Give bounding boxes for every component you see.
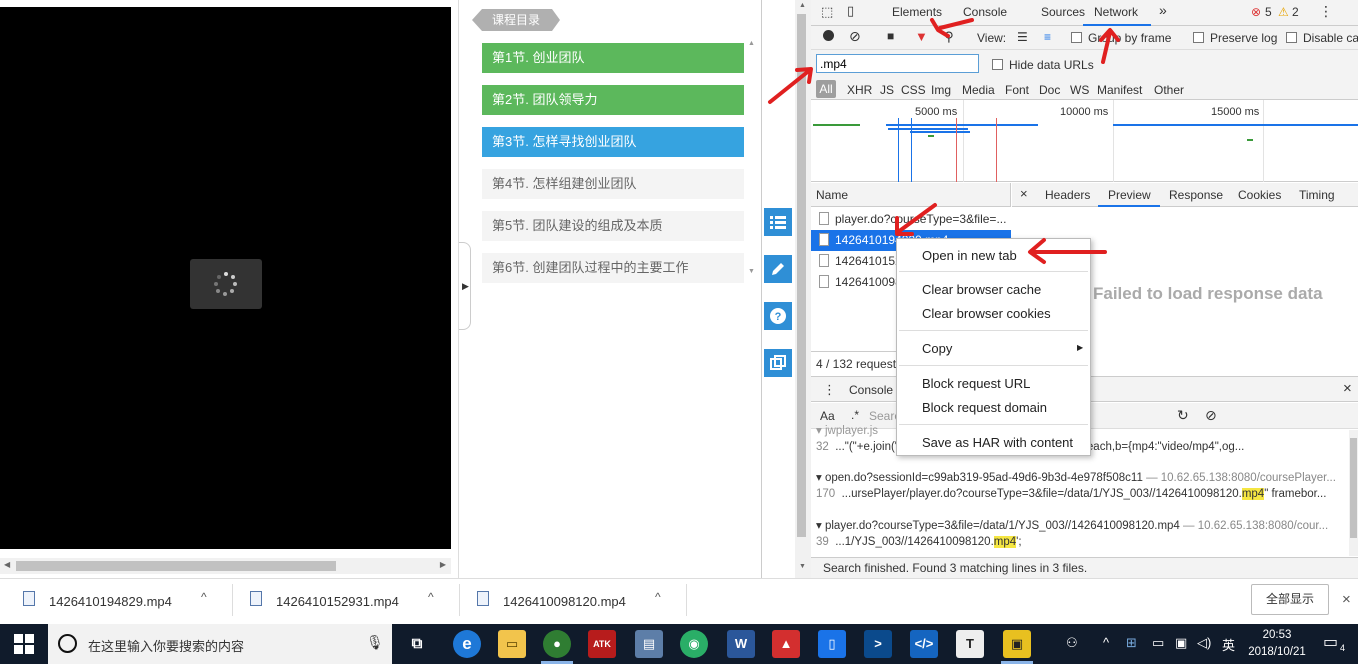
chrome-icon[interactable]: ● <box>543 630 571 658</box>
tray-app-icon[interactable]: ⊞ <box>1126 635 1137 651</box>
windows-start-icon[interactable] <box>14 634 34 654</box>
taskbar-search-placeholder: 在这里输入你要搜索的内容 <box>88 639 245 654</box>
download-item[interactable]: 1426410194829.mp4 <box>49 594 172 609</box>
annotation-arrow <box>1028 238 1107 264</box>
ime-indicator[interactable]: 英 <box>1222 635 1235 654</box>
photos-app-icon[interactable]: ▤ <box>635 630 663 658</box>
close-download-bar-icon[interactable]: × <box>1342 591 1351 608</box>
clock-time: 20:53 <box>1262 629 1292 641</box>
acrobat-icon[interactable]: ▲ <box>772 630 800 658</box>
atk-app-icon[interactable]: ATK <box>588 630 616 658</box>
battery-icon[interactable]: ▭ <box>1152 635 1164 651</box>
annotation-arrows <box>768 18 1120 264</box>
annotation-arrow <box>1099 28 1120 64</box>
download-item[interactable]: 1426410152931.mp4 <box>276 594 399 609</box>
file-icon <box>23 591 35 606</box>
taskbar-search[interactable]: 在这里输入你要搜索的内容 🎙 <box>48 624 392 664</box>
chevron-up-icon[interactable]: ^ <box>655 590 661 604</box>
chevron-up-icon[interactable]: ^ <box>428 590 434 604</box>
typora-icon[interactable]: T <box>956 630 984 658</box>
annotation-arrow <box>768 67 813 104</box>
vscode-icon[interactable]: </> <box>910 630 938 658</box>
edge-icon[interactable]: e <box>453 630 481 658</box>
file-explorer-icon[interactable]: ▭ <box>498 630 526 658</box>
notification-icon[interactable]: ▭ <box>1323 632 1338 652</box>
clock[interactable]: 20:53 2018/10/21 <box>1244 627 1310 661</box>
tray-expand-icon[interactable]: ^ <box>1103 635 1109 650</box>
powershell-icon[interactable]: > <box>864 630 892 658</box>
cortana-icon <box>58 634 77 653</box>
wechat-icon[interactable]: ◉ <box>680 630 708 658</box>
file-icon <box>477 591 489 606</box>
download-item[interactable]: 1426410098120.mp4 <box>503 594 626 609</box>
chevron-up-icon[interactable]: ^ <box>201 590 207 604</box>
phone-app-icon[interactable]: ▯ <box>818 630 846 658</box>
notification-count: 4 <box>1340 643 1346 653</box>
show-all-button[interactable]: 全部显示 <box>1251 584 1329 615</box>
network-icon[interactable]: ▣ <box>1175 635 1187 651</box>
app-icon[interactable]: ▣ <box>1003 630 1031 658</box>
clock-date: 2018/10/21 <box>1248 646 1306 658</box>
annotation-arrow <box>938 18 974 30</box>
volume-icon[interactable]: ◁) <box>1197 635 1211 651</box>
people-icon[interactable]: ⚇ <box>1066 635 1078 651</box>
microphone-icon[interactable]: 🎙 <box>366 634 384 651</box>
word-icon[interactable]: W <box>727 630 755 658</box>
task-view-icon[interactable]: ⧉ <box>403 630 431 658</box>
file-icon <box>250 591 262 606</box>
annotation-arrow <box>895 203 937 236</box>
